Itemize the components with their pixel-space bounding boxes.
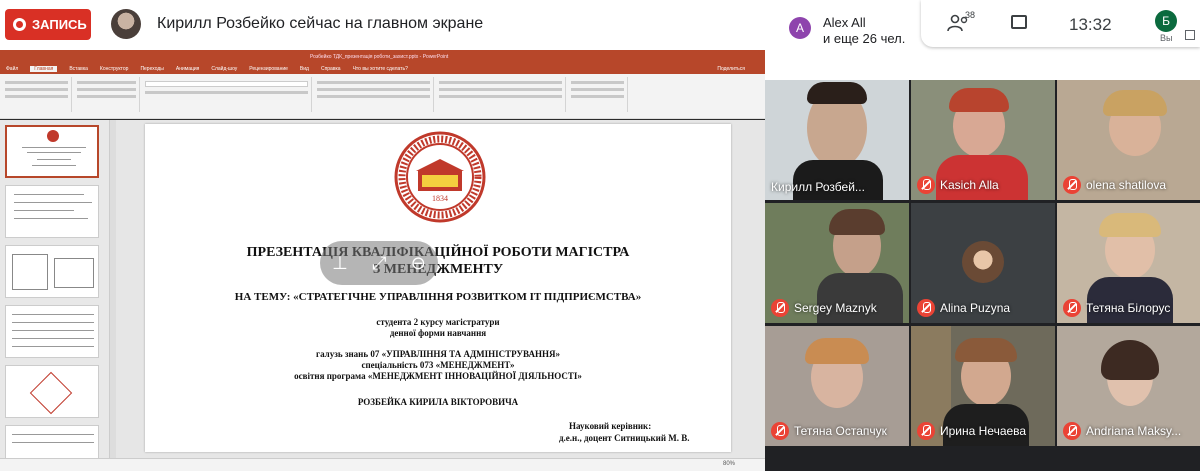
self-label: Вы: [1160, 33, 1173, 43]
presenter-avatar: [111, 9, 141, 39]
font-group[interactable]: [142, 77, 312, 112]
ribbon-tab[interactable]: Слайд-шоу: [211, 66, 237, 72]
university-seal: 1834: [394, 131, 486, 223]
presenter-status-text: Кирилл Розбейко сейчас на главном экране: [157, 15, 484, 32]
muted-mic-icon: [771, 422, 789, 440]
slides-group[interactable]: [74, 77, 140, 112]
zoom-level[interactable]: 80%: [723, 461, 735, 467]
slide-thumbnail[interactable]: 2: [5, 185, 99, 238]
student-line2: денної форми навчання: [389, 328, 487, 338]
fullscreen-icon[interactable]: ⤢: [372, 253, 386, 274]
editing-group[interactable]: [568, 77, 628, 112]
participant-tile-name: Ирина Нечаева: [940, 424, 1027, 438]
presentation-overlay-controls[interactable]: ⊥ ⤢ ⊖: [320, 241, 438, 285]
clipboard-group[interactable]: [2, 77, 72, 112]
participant-tile-name: Тетяна Білорус: [1086, 301, 1171, 315]
participant-summary[interactable]: A Alex All и еще 26 чел.: [775, 5, 935, 46]
supervisor-name: д.е.н., доцент Ситницький М. В.: [559, 433, 690, 443]
slide-title-line1: ПРЕЗЕНТАЦІЯ КВАЛІФІКАЦІЙНОЇ РОБОТИ МАГІС…: [246, 245, 630, 260]
participant-tile-name: Andriana Maksy...: [1086, 424, 1182, 438]
video-tile[interactable]: Тетяна Остапчук: [765, 326, 909, 446]
video-tile[interactable]: Andriana Maksy...: [1057, 326, 1200, 446]
participant-name: Alex All: [823, 15, 866, 30]
muted-mic-icon: [917, 299, 935, 317]
muted-mic-icon: [917, 422, 935, 440]
slide-thumbnails: 1 2 3 4: [0, 120, 110, 471]
record-icon: [13, 18, 26, 31]
people-count: 38: [965, 10, 976, 20]
current-slide: 1834 ПРЕЗЕНТАЦІЯ КВАЛІФІКАЦІЙНОЇ РОБОТИ …: [145, 124, 731, 452]
ribbon-tab[interactable]: Конструктор: [100, 66, 129, 72]
participant-tile-name: Alina Puzyna: [940, 301, 1011, 315]
powerpoint-ribbon-tabs: Файл Главная Вставка Конструктор Переход…: [0, 63, 765, 74]
recording-label: ЗАПИСЬ: [32, 17, 87, 32]
slide-thumbnail[interactable]: 1: [5, 125, 99, 178]
ribbon-tab[interactable]: Файл: [6, 66, 18, 72]
powerpoint-statusbar: 80%: [0, 458, 765, 471]
field-line1: галузь знань 07 «УПРАВЛІННЯ ТА АДМІНІСТР…: [316, 349, 560, 359]
field-line3: освітня програма «МЕНЕДЖМЕНТ ІННОВАЦІЙНО…: [294, 371, 582, 381]
ribbon-tab[interactable]: Вставка: [69, 66, 88, 72]
video-tile[interactable]: Ирина Нечаева: [911, 326, 1055, 446]
ribbon-tab[interactable]: Анимация: [176, 66, 199, 72]
slide-thumbnail[interactable]: 4: [5, 305, 99, 358]
video-tile[interactable]: Тетяна Білорус: [1057, 203, 1200, 323]
tell-me-search[interactable]: Что вы хотите сделать?: [353, 66, 408, 72]
expand-icon[interactable]: [1185, 30, 1195, 40]
share-button[interactable]: Поделиться: [717, 66, 745, 72]
powerpoint-titlebar: Розбейко ТДК_презентація роботи_захист.p…: [0, 50, 765, 63]
participants-panel: A Alex All и еще 26 чел. 38 13:32 Б Вы К…: [765, 0, 1200, 471]
svg-text:1834: 1834: [432, 194, 448, 203]
participant-avatar: [962, 241, 1004, 283]
supervisor-label: Науковий керівник:: [569, 421, 652, 431]
muted-mic-icon: [1063, 176, 1081, 194]
presenter-bar: ЗАПИСЬ Кирилл Розбейко сейчас на главном…: [0, 0, 765, 50]
participant-tile-name: olena shatilova: [1086, 178, 1167, 192]
powerpoint-window-title: Розбейко ТДК_презентація роботи_захист.p…: [310, 53, 449, 60]
meeting-time: 13:32: [1069, 15, 1112, 34]
slide-thumbnail[interactable]: 3: [5, 245, 99, 298]
recording-button[interactable]: ЗАПИСЬ: [5, 9, 91, 40]
video-tile[interactable]: Кирилл Розбей...: [765, 80, 909, 200]
chat-icon[interactable]: [1011, 15, 1027, 29]
drawing-group[interactable]: [436, 77, 566, 112]
slide-thumbnail[interactable]: 5: [5, 365, 99, 418]
participant-tile-name: Sergey Maznyk: [794, 301, 877, 315]
ribbon-tab[interactable]: Вид: [300, 66, 309, 72]
video-tile[interactable]: Alina Puzyna: [911, 203, 1055, 323]
stop-icon[interactable]: ⊖: [411, 253, 426, 274]
meeting-header: A Alex All и еще 26 чел. 38 13:32 Б Вы: [765, 0, 1200, 80]
participant-tile-name: Тетяна Остапчук: [794, 424, 887, 438]
ribbon-tab[interactable]: Переходы: [140, 66, 163, 72]
powerpoint-workspace: 1 2 3 4: [0, 120, 765, 471]
ribbon-tab[interactable]: Главная: [30, 65, 58, 72]
ribbon-tab[interactable]: Справка: [321, 66, 341, 72]
field-line2: спеціальність 073 «МЕНЕДЖМЕНТ»: [361, 360, 515, 370]
thumbnail-scrollbar[interactable]: [110, 120, 116, 458]
participant-tile-name: Кирилл Розбей...: [771, 180, 865, 194]
muted-mic-icon: [771, 299, 789, 317]
ribbon-tab[interactable]: Рецензирование: [249, 66, 288, 72]
participant-tile-name: Kasich Alla: [940, 178, 999, 192]
muted-mic-icon: [1063, 299, 1081, 317]
meeting-controls: 38 13:32 Б Вы: [921, 0, 1200, 47]
shared-screen: Розбейко ТДК_презентація роботи_захист.p…: [0, 50, 765, 471]
self-avatar[interactable]: Б: [1155, 10, 1177, 32]
video-tile[interactable]: Sergey Maznyk: [765, 203, 909, 323]
participant-avatar: A: [789, 17, 811, 39]
muted-mic-icon: [917, 176, 935, 194]
pin-icon[interactable]: ⊥: [332, 253, 348, 274]
powerpoint-ribbon: [0, 74, 765, 119]
video-tile[interactable]: Kasich Alla: [911, 80, 1055, 200]
author-name: РОЗБЕЙКА КИРИЛА ВІКТОРОВИЧА: [357, 397, 519, 407]
slide-topic: НА ТЕМУ: «СТРАТЕГІЧНЕ УПРАВЛІННЯ РОЗВИТК…: [234, 291, 642, 303]
video-tile[interactable]: olena shatilova: [1057, 80, 1200, 200]
paragraph-group[interactable]: [314, 77, 434, 112]
student-line1: студента 2 курсу магістратури: [376, 317, 500, 327]
participant-more: и еще 26 чел.: [823, 31, 906, 46]
slide-title-line2: З МЕНЕДЖМЕНТУ: [372, 262, 504, 277]
muted-mic-icon: [1063, 422, 1081, 440]
meet-window: ЗАПИСЬ Кирилл Розбейко сейчас на главном…: [0, 0, 1200, 471]
